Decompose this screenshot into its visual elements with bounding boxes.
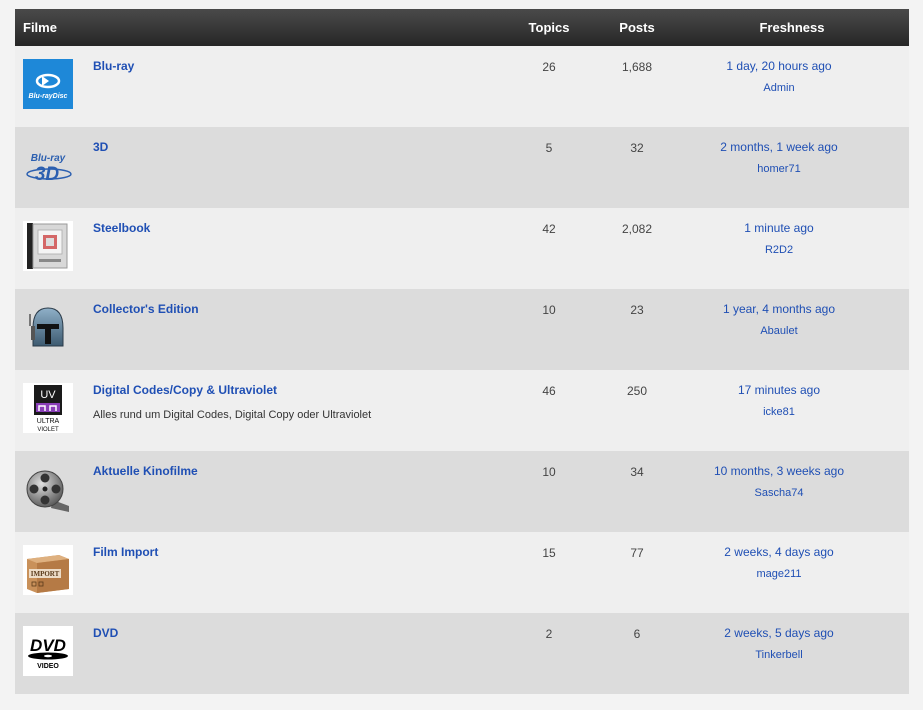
freshness-link[interactable]: 2 months, 1 week ago: [675, 140, 883, 154]
header-posts: Posts: [619, 20, 655, 35]
forum-row-steelbook: Steelbook 42 2,082 1 minute ago R2D2: [15, 208, 909, 289]
bluray-3d-icon: Blu-ray 3D: [23, 140, 73, 190]
freshness-link[interactable]: 1 minute ago: [675, 221, 883, 235]
freshness-link[interactable]: 2 weeks, 4 days ago: [675, 545, 883, 559]
freshness-link[interactable]: 2 weeks, 5 days ago: [675, 626, 883, 640]
topics-count: 15: [542, 546, 556, 560]
posts-count: 32: [630, 141, 644, 155]
freshness-link[interactable]: 17 minutes ago: [675, 383, 883, 397]
header-topics: Topics: [528, 20, 570, 35]
topics-count: 42: [542, 222, 556, 236]
svg-text:DVD: DVD: [30, 636, 66, 655]
author-link[interactable]: R2D2: [675, 244, 883, 256]
posts-count: 34: [630, 465, 644, 479]
author-link[interactable]: Admin: [675, 82, 883, 94]
posts-count: 1,688: [621, 60, 653, 74]
forum-title-link[interactable]: Aktuelle Kinofilme: [93, 464, 198, 478]
posts-count: 77: [630, 546, 644, 560]
helmet-icon: [23, 302, 73, 352]
film-reel-icon: [23, 464, 73, 514]
freshness-link[interactable]: 10 months, 3 weeks ago: [675, 464, 883, 478]
forum-description: Alles rund um Digital Codes, Digital Cop…: [93, 409, 372, 421]
forum-row-film-import: IMPORT Film Import 15 77 2 weeks, 4 days…: [15, 532, 909, 613]
steelbook-icon: [23, 221, 73, 271]
svg-text:IMPORT: IMPORT: [31, 570, 60, 578]
svg-text:Blu-ray: Blu-ray: [31, 153, 66, 164]
forum-row-collectors-edition: Collector's Edition 10 23 1 year, 4 mont…: [15, 289, 909, 370]
header-freshness: Freshness: [759, 20, 825, 35]
author-link[interactable]: Abaulet: [675, 325, 883, 337]
svg-text:Blu-rayDisc: Blu-rayDisc: [29, 93, 68, 100]
freshness-link[interactable]: 1 year, 4 months ago: [675, 302, 883, 316]
forum-row-digital-codes: UV ULTRA VIOLET Digital Codes/Copy & Ult…: [15, 370, 909, 451]
author-link[interactable]: Sascha74: [675, 487, 883, 499]
topics-count: 46: [542, 384, 556, 398]
author-link[interactable]: mage211: [675, 568, 883, 580]
forum-row-dvd: DVD VIDEO DVD 2 6 2 weeks, 5 days ago Ti…: [15, 613, 909, 694]
forum-title-link[interactable]: Steelbook: [93, 221, 150, 235]
forum-title-link[interactable]: 3D: [93, 140, 108, 154]
svg-text:ULTRA: ULTRA: [37, 418, 60, 425]
header-filme: Filme: [23, 20, 57, 35]
import-box-icon: IMPORT: [23, 545, 73, 595]
topics-count: 2: [545, 627, 553, 641]
forum-title-link[interactable]: DVD: [93, 626, 118, 640]
svg-text:VIDEO: VIDEO: [37, 663, 59, 670]
posts-count: 250: [626, 384, 648, 398]
author-link[interactable]: icke81: [675, 406, 883, 418]
forum-row-kinofilme: Aktuelle Kinofilme 10 34 10 months, 3 we…: [15, 451, 909, 532]
posts-count: 23: [630, 303, 644, 317]
posts-count: 2,082: [621, 222, 653, 236]
topics-count: 10: [542, 303, 556, 317]
bluray-disc-icon: Blu-rayDisc: [23, 59, 73, 109]
topics-count: 26: [542, 60, 556, 74]
svg-text:VIOLET: VIOLET: [37, 427, 59, 433]
svg-text:3D: 3D: [35, 164, 60, 185]
author-link[interactable]: homer71: [675, 163, 883, 175]
table-header: Filme Topics Posts Freshness: [15, 9, 909, 46]
ultraviolet-icon: UV ULTRA VIOLET: [23, 383, 73, 433]
forum-title-link[interactable]: Digital Codes/Copy & Ultraviolet: [93, 383, 277, 397]
freshness-link[interactable]: 1 day, 20 hours ago: [675, 59, 883, 73]
forum-title-link[interactable]: Collector's Edition: [93, 302, 199, 316]
svg-text:UV: UV: [40, 389, 56, 401]
dvd-video-icon: DVD VIDEO: [23, 626, 73, 676]
author-link[interactable]: Tinkerbell: [675, 649, 883, 661]
posts-count: 6: [633, 627, 641, 641]
forum-row-bluray: Blu-rayDisc Blu-ray 26 1,688 1 day, 20 h…: [15, 46, 909, 127]
topics-count: 5: [545, 141, 553, 155]
topics-count: 10: [542, 465, 556, 479]
forum-row-3d: Blu-ray 3D 3D 5 32 2 months, 1 week ago …: [15, 127, 909, 208]
forum-title-link[interactable]: Film Import: [93, 545, 158, 559]
forum-title-link[interactable]: Blu-ray: [93, 59, 134, 73]
forum-table: Filme Topics Posts Freshness Blu-rayDisc…: [15, 9, 909, 694]
